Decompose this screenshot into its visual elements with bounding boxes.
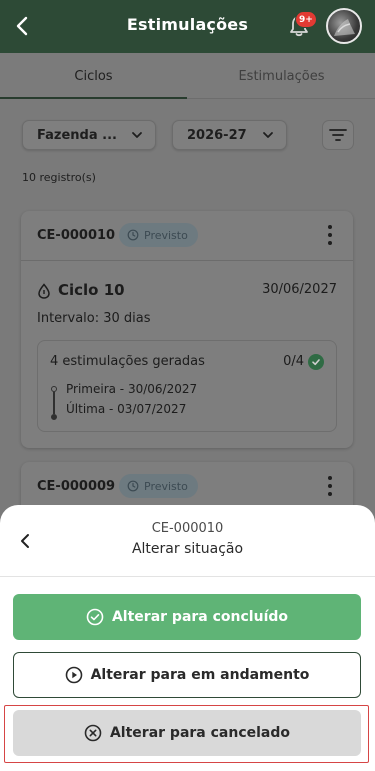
water-drop-icon — [38, 283, 50, 299]
status-badge: Previsto — [119, 223, 198, 247]
generated-count: 0/4 — [283, 354, 304, 369]
tab-estimulacoes[interactable]: Estimulações — [188, 53, 375, 99]
check-circle-icon — [308, 354, 324, 370]
card-code: CE-000009 — [37, 479, 116, 494]
cycle-interval: Intervalo: 30 dias — [37, 311, 151, 326]
tab-ciclos[interactable]: Ciclos — [0, 53, 187, 99]
notification-badge: 9+ — [295, 11, 317, 28]
mark-in-progress-button[interactable]: Alterar para em andamento — [13, 652, 361, 698]
cycle-date: 30/06/2027 — [262, 282, 337, 297]
status-badge-label: Previsto — [144, 228, 188, 242]
mark-completed-label: Alterar para concluído — [111, 609, 289, 625]
sheet-title: Alterar situação — [131, 541, 244, 557]
chevron-down-icon — [263, 132, 273, 138]
filter-icon — [329, 129, 347, 141]
page-title: Estimulações — [126, 15, 249, 34]
chevron-down-icon — [132, 132, 142, 138]
stimulations-summary: 4 estimulações geradas 0/4 Primeira - 30… — [37, 340, 337, 432]
check-circle-icon — [86, 608, 104, 626]
tab-bar: Ciclos Estimulações — [0, 53, 375, 99]
last-stimulation: Última - 03/07/2027 — [66, 402, 187, 416]
close-circle-icon — [84, 724, 102, 742]
more-options-icon[interactable] — [327, 476, 333, 496]
cycle-title: Ciclo 10 — [58, 281, 125, 299]
status-badge: Previsto — [119, 474, 198, 498]
mark-completed-button[interactable]: Alterar para concluído — [13, 594, 361, 640]
card-code: CE-000010 — [37, 228, 116, 243]
bottom-sheet: CE-000010 Alterar situação Alterar para … — [0, 505, 375, 771]
clock-icon — [127, 229, 139, 241]
farm-filter-select[interactable]: Fazenda ... — [22, 120, 156, 150]
mark-cancelled-button[interactable]: Alterar para cancelado — [13, 710, 361, 756]
avatar[interactable] — [326, 8, 362, 44]
status-badge-label: Previsto — [144, 479, 188, 493]
generated-text: 4 estimulações geradas — [50, 354, 205, 369]
card-divider — [21, 260, 353, 261]
timeline-icon — [50, 386, 58, 420]
year-filter-value: 2026-27 — [187, 127, 247, 143]
records-count: 10 registro(s) — [22, 171, 96, 184]
mark-cancelled-label: Alterar para cancelado — [109, 725, 291, 741]
filter-button[interactable] — [322, 120, 354, 150]
sheet-divider — [0, 576, 375, 577]
active-tab-indicator — [0, 97, 187, 99]
first-stimulation: Primeira - 30/06/2027 — [66, 382, 198, 396]
more-options-icon[interactable] — [327, 225, 333, 245]
play-circle-icon — [65, 666, 82, 684]
year-filter-select[interactable]: 2026-27 — [172, 120, 287, 150]
cycle-card[interactable]: CE-000010 Previsto Ciclo 10 30/06/2027 I… — [21, 211, 353, 448]
app-header: Estimulações 9+ — [0, 0, 375, 53]
sheet-code: CE-000010 — [151, 521, 224, 536]
farm-filter-value: Fazenda ... — [37, 127, 117, 143]
clock-icon — [127, 480, 139, 492]
mark-in-progress-label: Alterar para em andamento — [90, 667, 310, 683]
